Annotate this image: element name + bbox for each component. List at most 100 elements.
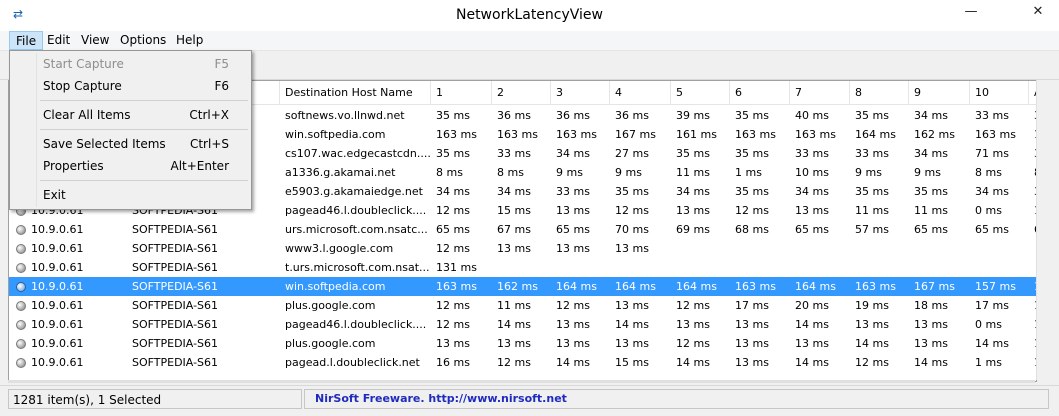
cell-latency-5: 12 ms xyxy=(676,337,710,350)
menu-bar: File Edit View Options Help xyxy=(0,31,1059,51)
column-header-7[interactable]: 7 xyxy=(790,81,850,105)
cell-computer-name: SOFTPEDIA-S61 xyxy=(132,299,219,312)
column-header-host[interactable]: Destination Host Name xyxy=(280,81,431,105)
horizontal-scrollbar[interactable] xyxy=(8,380,1035,383)
status-circle-icon xyxy=(16,339,26,349)
column-header-4[interactable]: 4 xyxy=(610,81,671,105)
table-row[interactable]: 10.9.0.61 SOFTPEDIA-S61 pagead46.l.doublec… xyxy=(9,315,1036,334)
cell-latency-4: 36 ms xyxy=(615,109,649,122)
cell-destination-host: e5903.g.akamaiedge.net xyxy=(285,185,423,198)
cell-latency-9: 18 ms xyxy=(914,299,948,312)
cell-ip-address: 10.9.0.61 xyxy=(31,318,84,331)
vertical-scrollbar[interactable] xyxy=(1036,80,1054,380)
cell-latency-7: 164 ms xyxy=(795,280,836,293)
table-row[interactable]: 10.9.0.61 SOFTPEDIA-S61 win.softpedia.com 1… xyxy=(9,277,1036,296)
cell-latency-2: 13 ms xyxy=(497,242,531,255)
menu-item-save-selected[interactable]: Save Selected Items Ctrl+S xyxy=(10,133,251,155)
cell-latency-3: 164 ms xyxy=(556,280,597,293)
column-header-5[interactable]: 5 xyxy=(671,81,730,105)
cell-latency-4: 70 ms xyxy=(615,223,649,236)
menu-item-exit[interactable]: Exit xyxy=(10,184,251,206)
cell-latency-9: 65 ms xyxy=(914,223,948,236)
menu-edit[interactable]: Edit xyxy=(41,31,76,50)
menu-options[interactable]: Options xyxy=(114,31,172,50)
cell-destination-host: softnews.vo.llnwd.net xyxy=(285,109,405,122)
cell-latency-2: 8 ms xyxy=(497,166,524,179)
menu-item-shortcut: F6 xyxy=(214,79,229,93)
cell-computer-name: SOFTPEDIA-S61 xyxy=(132,337,219,350)
cell-latency-1: 8 ms xyxy=(436,166,463,179)
column-header-8[interactable]: 8 xyxy=(850,81,909,105)
table-row[interactable]: 10.9.0.61 SOFTPEDIA-S61 plus.google.com 13 … xyxy=(9,334,1036,353)
menu-item-shortcut: Alt+Enter xyxy=(170,159,229,173)
cell-latency-10: 0 ms xyxy=(975,204,1002,217)
status-circle-icon xyxy=(16,358,26,368)
status-circle-icon xyxy=(16,282,26,292)
table-row[interactable]: 10.9.0.61 SOFTPEDIA-S61 www3.l.google.com 1… xyxy=(9,239,1036,258)
cell-latency-7: 13 ms xyxy=(795,204,829,217)
cell-latency-5 xyxy=(671,239,730,258)
minimize-button[interactable]: — xyxy=(950,0,992,26)
menu-item-stop-capture[interactable]: Stop Capture F6 xyxy=(10,75,251,97)
menu-item-shortcut: Ctrl+S xyxy=(189,137,229,151)
cell-latency-5: 35 ms xyxy=(676,147,710,160)
menu-help[interactable]: Help xyxy=(170,31,209,50)
cell-latency-1: 12 ms xyxy=(436,318,470,331)
column-header-10[interactable]: 10 xyxy=(970,81,1029,105)
cell-latency-10: 1 ms xyxy=(975,356,1002,369)
column-header-1[interactable]: 1 xyxy=(431,81,492,105)
cell-latency-8 xyxy=(850,258,909,277)
cell-latency-2: 36 ms xyxy=(497,109,531,122)
cell-ip-address: 10.9.0.61 xyxy=(31,337,84,350)
cell-latency-4: 164 ms xyxy=(615,280,656,293)
cell-computer-name: SOFTPEDIA-S61 xyxy=(132,223,219,236)
menu-file[interactable]: File xyxy=(9,31,44,50)
cell-latency-8: 13 ms xyxy=(855,318,889,331)
table-row[interactable]: 10.9.0.61 SOFTPEDIA-S61 plus.google.com 12 … xyxy=(9,296,1036,315)
menu-item-properties[interactable]: Properties Alt+Enter xyxy=(10,155,251,177)
menu-item-clear-all[interactable]: Clear All Items Ctrl+X xyxy=(10,104,251,126)
cell-latency-10: 17 ms xyxy=(975,299,1009,312)
cell-latency-1: 34 ms xyxy=(436,185,470,198)
file-menu-dropdown: Start Capture F5 Stop Capture F6 Clear A… xyxy=(9,50,252,210)
status-circle-icon xyxy=(16,263,26,273)
cell-latency-2: 33 ms xyxy=(497,147,531,160)
nirsoft-link[interactable]: NirSoft Freeware. http://www.nirsoft.net xyxy=(304,389,1049,409)
cell-destination-host: pagead46.l.doubleclick.... xyxy=(285,318,427,331)
cell-latency-4: 13 ms xyxy=(615,242,649,255)
cell-destination-host: urs.microsoft.com.nsatc... xyxy=(285,223,428,236)
cell-latency-5: 13 ms xyxy=(676,204,710,217)
cell-latency-6: 163 ms xyxy=(735,280,776,293)
cell-latency-8: 164 ms xyxy=(855,128,896,141)
menu-view[interactable]: View xyxy=(75,31,115,50)
column-header-9[interactable]: 9 xyxy=(909,81,970,105)
column-header-3[interactable]: 3 xyxy=(551,81,610,105)
cell-latency-7: 14 ms xyxy=(795,356,829,369)
table-row[interactable]: 10.9.0.61 SOFTPEDIA-S61 pagead.l.doublecli… xyxy=(9,353,1036,372)
cell-latency-7 xyxy=(790,239,850,258)
cell-ip-address: 10.9.0.61 xyxy=(31,223,84,236)
cell-latency-9 xyxy=(909,258,970,277)
cell-latency-3: 13 ms xyxy=(556,318,590,331)
cell-latency-4: 27 ms xyxy=(615,147,649,160)
table-row[interactable]: 10.9.0.61 SOFTPEDIA-S61 urs.microsoft.com.… xyxy=(9,220,1036,239)
cell-latency-2: 14 ms xyxy=(497,318,531,331)
cell-latency-7 xyxy=(790,258,850,277)
close-button[interactable]: ✕ xyxy=(1017,0,1059,26)
cell-latency-6 xyxy=(730,239,790,258)
menu-separator xyxy=(40,129,248,130)
cell-latency-1: 35 ms xyxy=(436,109,470,122)
menu-item-label: Stop Capture xyxy=(43,79,122,93)
column-header-6[interactable]: 6 xyxy=(730,81,790,105)
cell-latency-1: 16 ms xyxy=(436,356,470,369)
cell-latency-6: 35 ms xyxy=(735,109,769,122)
cell-latency-10: 33 ms xyxy=(975,109,1009,122)
cell-computer-name: SOFTPEDIA-S61 xyxy=(132,318,219,331)
cell-latency-2 xyxy=(492,258,551,277)
cell-latency-8: 33 ms xyxy=(855,147,889,160)
cell-latency-6 xyxy=(730,258,790,277)
column-header-2[interactable]: 2 xyxy=(492,81,551,105)
cell-latency-3: 13 ms xyxy=(556,204,590,217)
table-row[interactable]: 10.9.0.61 SOFTPEDIA-S61 t.urs.microsoft.co… xyxy=(9,258,1036,277)
menu-item-start-capture[interactable]: Start Capture F5 xyxy=(10,53,251,75)
